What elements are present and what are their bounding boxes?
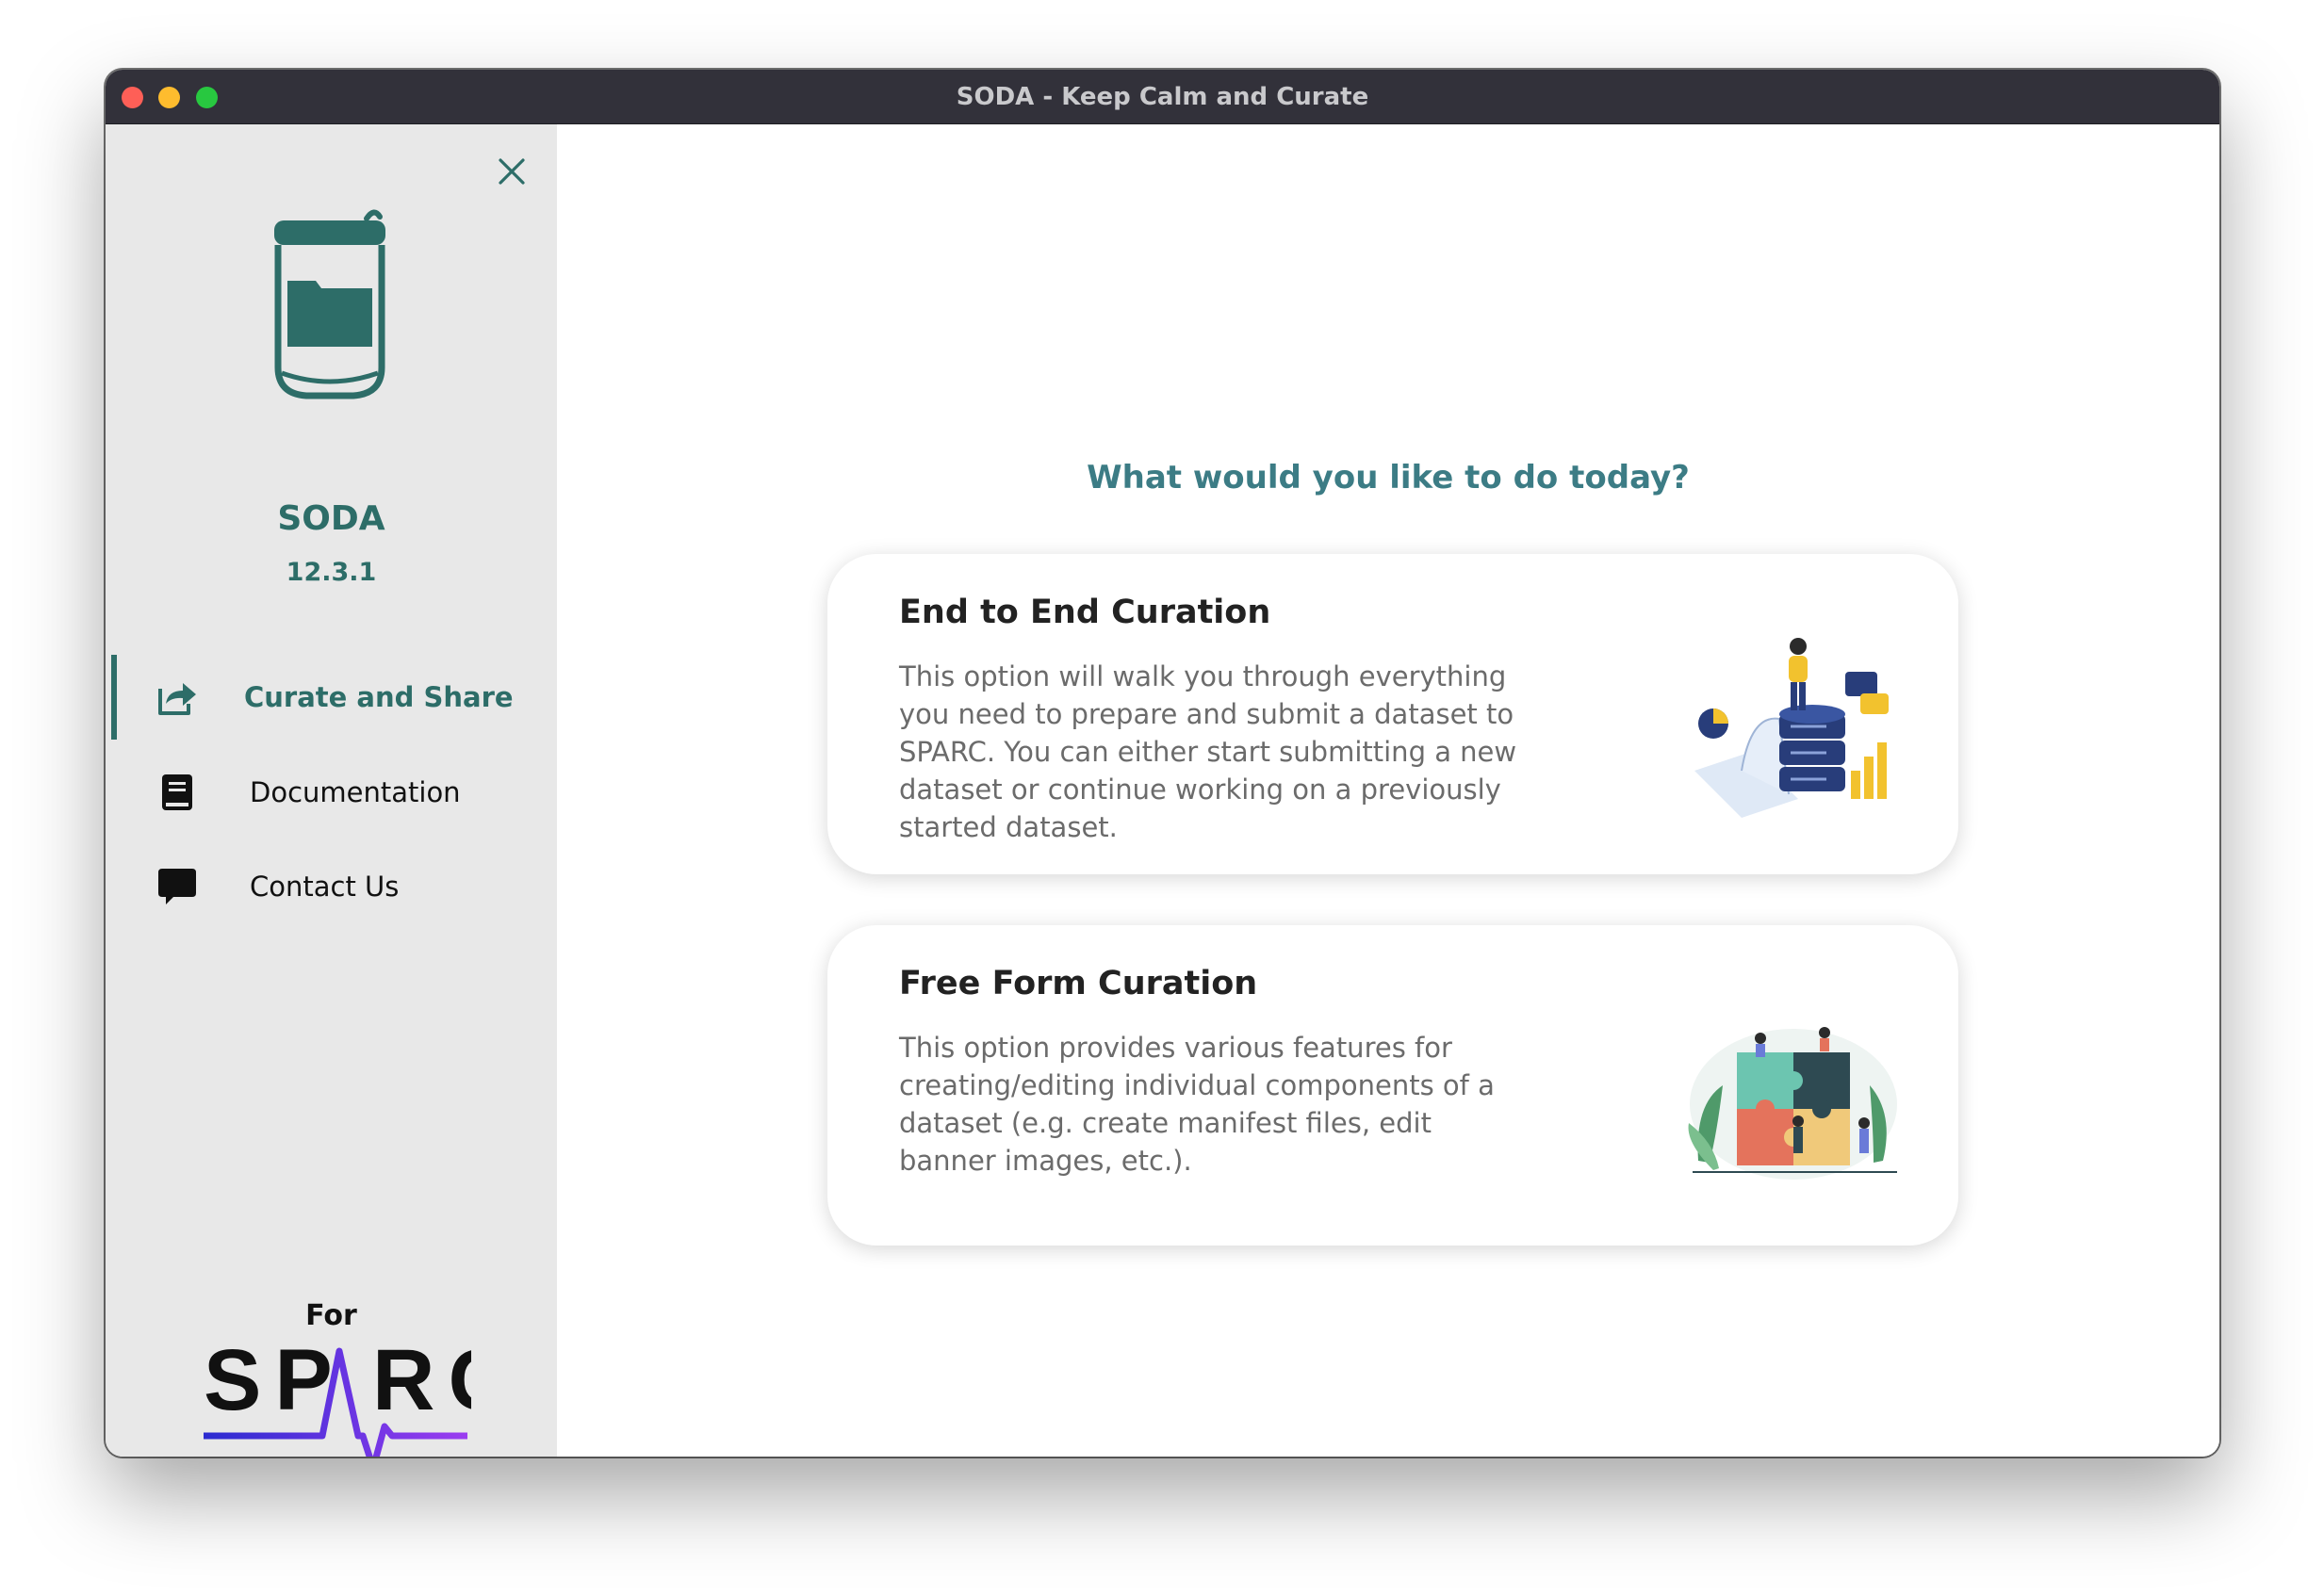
card-description: This option provides various features fo… bbox=[899, 1032, 1495, 1177]
sidebar-item-curate-and-share[interactable]: Curate and Share bbox=[106, 655, 557, 740]
svg-text:RC: RC bbox=[372, 1332, 471, 1428]
footer-for-label: For bbox=[305, 1299, 357, 1332]
active-indicator bbox=[111, 655, 117, 740]
app-window: SODA - Keep Calm and Curate SODA 12.3.1 bbox=[106, 70, 2219, 1457]
title-bar: SODA - Keep Calm and Curate bbox=[106, 70, 2219, 124]
page-heading: What would you like to do today? bbox=[1087, 459, 1690, 497]
share-icon bbox=[158, 683, 196, 715]
sidebar-item-label: Curate and Share bbox=[244, 681, 514, 713]
sidebar-item-contact-us[interactable]: Contact Us bbox=[106, 844, 557, 929]
main-content: What would you like to do today? End to … bbox=[557, 124, 2219, 1457]
close-icon[interactable] bbox=[497, 156, 527, 187]
server-illustration-icon bbox=[1694, 638, 1889, 818]
card-title: End to End Curation bbox=[899, 594, 1271, 631]
free-form-curation-card[interactable]: Free Form Curation This option provides … bbox=[827, 925, 1958, 1246]
card-description: This option will walk you through everyt… bbox=[899, 660, 1517, 843]
puzzle-illustration-icon bbox=[1688, 1027, 1897, 1180]
card-title: Free Form Curation bbox=[899, 965, 1258, 1002]
sidebar-item-documentation[interactable]: Documentation bbox=[106, 750, 557, 835]
window-title: SODA - Keep Calm and Curate bbox=[956, 83, 1369, 111]
sidebar-item-label: Contact Us bbox=[250, 871, 400, 903]
chat-icon bbox=[158, 869, 196, 904]
sidebar-item-label: Documentation bbox=[250, 776, 461, 808]
sidebar: SODA 12.3.1 Curate and Share Documentati… bbox=[106, 124, 557, 1457]
app-name: SODA bbox=[277, 499, 385, 538]
book-icon bbox=[162, 774, 192, 810]
app-version: 12.3.1 bbox=[286, 558, 377, 587]
soda-logo-icon bbox=[274, 209, 385, 399]
end-to-end-curation-card[interactable]: End to End Curation This option will wal… bbox=[827, 554, 1958, 874]
sparc-logo: SP RC bbox=[204, 1332, 471, 1457]
